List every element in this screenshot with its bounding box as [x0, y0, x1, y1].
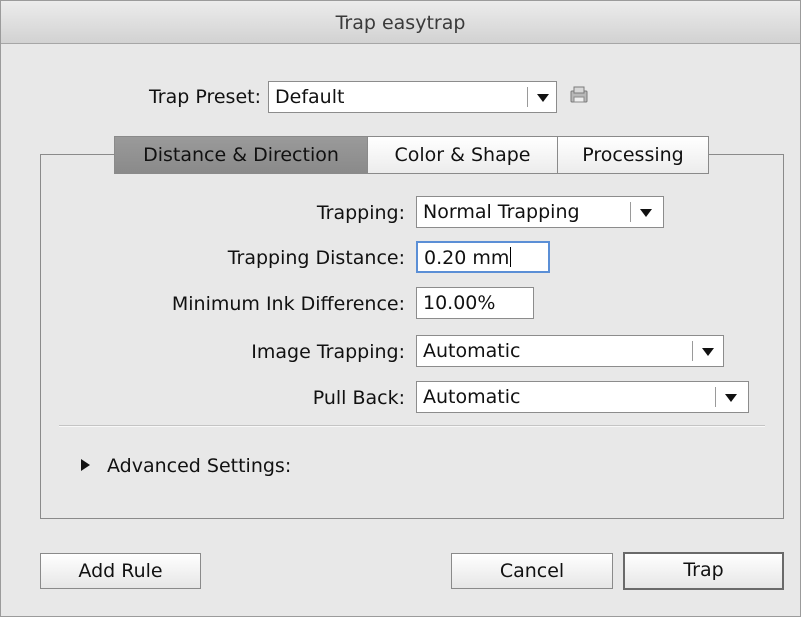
window-title: Trap easytrap: [335, 12, 466, 34]
trap-preset-value: Default: [275, 86, 345, 108]
trapping-label: Trapping:: [316, 202, 405, 224]
trapping-distance-label: Trapping Distance:: [227, 247, 405, 269]
trapping-distance-input[interactable]: 0.20 mm: [416, 241, 550, 273]
min-ink-difference-value: 10.00%: [423, 292, 496, 314]
pull-back-select[interactable]: Automatic: [416, 381, 749, 413]
chevron-down-icon: [698, 341, 716, 361]
text-caret: [510, 247, 512, 267]
tab-distance-direction[interactable]: Distance & Direction: [114, 136, 368, 174]
add-rule-button[interactable]: Add Rule: [40, 553, 201, 589]
image-trapping-value: Automatic: [423, 340, 521, 362]
trapping-value: Normal Trapping: [423, 201, 580, 223]
chevron-down-icon: [533, 87, 551, 107]
min-ink-difference-input[interactable]: 10.00%: [416, 287, 534, 319]
pull-back-label: Pull Back:: [312, 387, 405, 409]
tab-processing[interactable]: Processing: [557, 136, 709, 174]
min-ink-difference-label: Minimum Ink Difference:: [171, 293, 405, 315]
trapping-select[interactable]: Normal Trapping: [416, 196, 664, 228]
trap-dialog: Trap easytrap Trap Preset: Default Dista…: [0, 0, 801, 617]
pull-back-value: Automatic: [423, 386, 521, 408]
tab-color-shape[interactable]: Color & Shape: [367, 136, 558, 174]
trap-preset-select[interactable]: Default: [268, 81, 557, 113]
trapping-distance-value: 0.20 mm: [424, 247, 510, 269]
image-trapping-select[interactable]: Automatic: [416, 335, 724, 367]
trap-button[interactable]: Trap: [623, 552, 784, 590]
advanced-settings-toggle[interactable]: Advanced Settings:: [107, 455, 291, 477]
trap-preset-label: Trap Preset:: [148, 86, 261, 108]
title-bar[interactable]: Trap easytrap: [1, 1, 800, 44]
chevron-down-icon: [636, 202, 654, 222]
disclosure-triangle-icon[interactable]: [81, 459, 90, 471]
save-preset-icon[interactable]: [568, 84, 590, 106]
image-trapping-label: Image Trapping:: [251, 341, 405, 363]
cancel-button[interactable]: Cancel: [451, 553, 613, 589]
chevron-down-icon: [721, 387, 739, 407]
